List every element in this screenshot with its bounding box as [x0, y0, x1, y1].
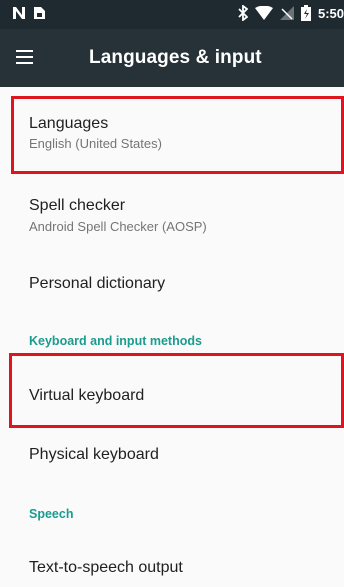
personal-dictionary-item[interactable]: Personal dictionary [0, 237, 344, 307]
n-notification-icon [12, 6, 26, 20]
spell-checker-summary: Android Spell Checker (AOSP) [29, 219, 207, 234]
toolbar: Languages & input [0, 29, 344, 87]
tts-output-title: Text-to-speech output [29, 559, 183, 576]
no-signal-icon [279, 6, 294, 20]
tts-output-item[interactable]: Text-to-speech output [0, 527, 344, 587]
keyboard-category-header: Keyboard and input methods [29, 334, 202, 348]
sim-icon [34, 6, 45, 20]
status-bar: 5:50 [0, 0, 344, 29]
page-title: Languages & input [89, 47, 262, 68]
status-time: 5:50 [317, 5, 344, 21]
virtual-keyboard-highlight-box [9, 353, 344, 428]
physical-keyboard-title: Physical keyboard [29, 446, 159, 463]
bluetooth-icon [238, 5, 248, 21]
physical-keyboard-item[interactable]: Physical keyboard [0, 421, 344, 481]
speech-category-header: Speech [29, 507, 74, 521]
wifi-icon [254, 6, 273, 20]
battery-icon [300, 5, 311, 21]
personal-dictionary-title: Personal dictionary [29, 275, 166, 292]
hamburger-menu-icon[interactable] [14, 46, 38, 70]
spell-checker-title: Spell checker [29, 197, 126, 214]
languages-highlight-box [11, 96, 344, 174]
